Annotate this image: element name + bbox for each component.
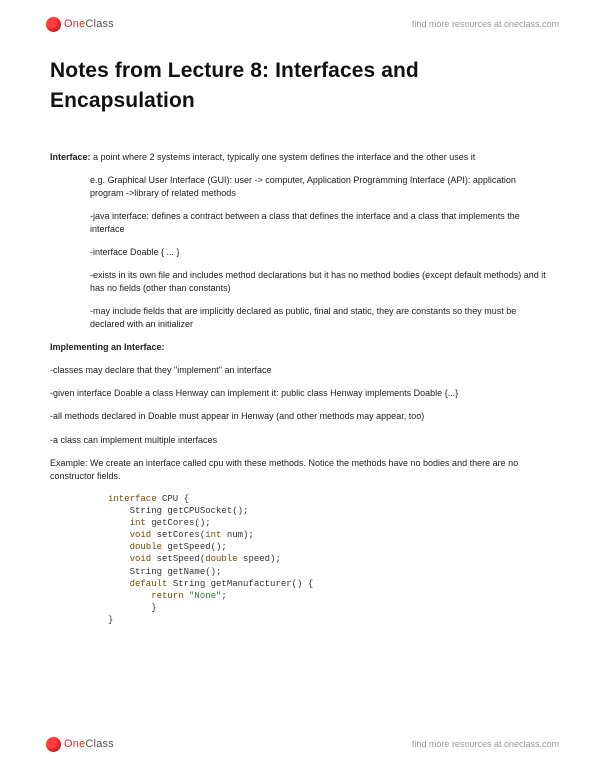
code-string: "None": [189, 591, 221, 601]
code-text: }: [108, 615, 113, 625]
code-kw: double: [205, 554, 237, 564]
brand-name-footer: OneClass: [64, 738, 114, 750]
code-text: setSpeed(: [151, 554, 205, 564]
bullet-doable: -interface Doable { ... }: [90, 246, 547, 259]
code-text: getCores();: [146, 518, 211, 528]
bullet-own-file: -exists in its own file and includes met…: [90, 269, 547, 295]
code-text: setCores(: [151, 530, 205, 540]
code-kw: interface: [108, 494, 157, 504]
page-title: Notes from Lecture 8: Interfaces and Enc…: [50, 56, 547, 117]
brand-logo: OneClass: [46, 17, 114, 32]
bullet-java-interface: -java interface: defines a contract betw…: [90, 210, 547, 236]
code-text: CPU {: [157, 494, 189, 504]
logo-icon: [46, 17, 61, 32]
impl-bullet-4: -a class can implement multiple interfac…: [50, 434, 547, 447]
brand-class: Class: [85, 738, 114, 750]
interface-term: Interface:: [50, 152, 91, 162]
impl-bullet-3: -all methods declared in Doable must app…: [50, 410, 547, 423]
code-text: String getManufacturer() {: [167, 579, 313, 589]
code-text: ;: [221, 591, 226, 601]
code-kw: double: [108, 542, 162, 552]
interface-body: a point where 2 systems interact, typica…: [91, 152, 476, 162]
code-sample: interface CPU { String getCPUSocket(); i…: [108, 493, 547, 627]
brand-class: Class: [85, 18, 114, 30]
code-kw: int: [205, 530, 221, 540]
logo-icon: [46, 737, 61, 752]
bullet-fields: -may include fields that are implicitly …: [90, 305, 547, 331]
code-kw: default: [108, 579, 167, 589]
interface-definition: Interface: a point where 2 systems inter…: [50, 151, 547, 164]
code-text: String getCPUSocket();: [108, 506, 248, 516]
code-kw: return: [108, 591, 189, 601]
brand-name: OneClass: [64, 18, 114, 30]
code-kw: void: [108, 530, 151, 540]
implementing-heading: Implementing an Interface:: [50, 341, 547, 354]
header-link[interactable]: find more resources at oneclass.com: [412, 19, 559, 29]
code-text: num);: [221, 530, 253, 540]
bullet-gui-api: e.g. Graphical User Interface (GUI): use…: [90, 174, 547, 200]
footer-link[interactable]: find more resources at oneclass.com: [412, 739, 559, 749]
page-header: OneClass find more resources at oneclass…: [0, 10, 595, 38]
code-text: speed);: [238, 554, 281, 564]
brand-one: One: [64, 738, 85, 750]
code-text: String getName();: [108, 567, 221, 577]
impl-bullet-1: -classes may declare that they "implemen…: [50, 364, 547, 377]
example-intro: Example: We create an interface called c…: [50, 457, 547, 483]
code-kw: void: [108, 554, 151, 564]
impl-bullet-2: -given interface Doable a class Henway c…: [50, 387, 547, 400]
document-body: Notes from Lecture 8: Interfaces and Enc…: [50, 56, 547, 720]
code-text: }: [108, 603, 157, 613]
page-footer: OneClass find more resources at oneclass…: [0, 730, 595, 758]
code-text: getSpeed();: [162, 542, 227, 552]
code-kw: int: [108, 518, 146, 528]
brand-one: One: [64, 18, 85, 30]
brand-logo-footer: OneClass: [46, 737, 114, 752]
